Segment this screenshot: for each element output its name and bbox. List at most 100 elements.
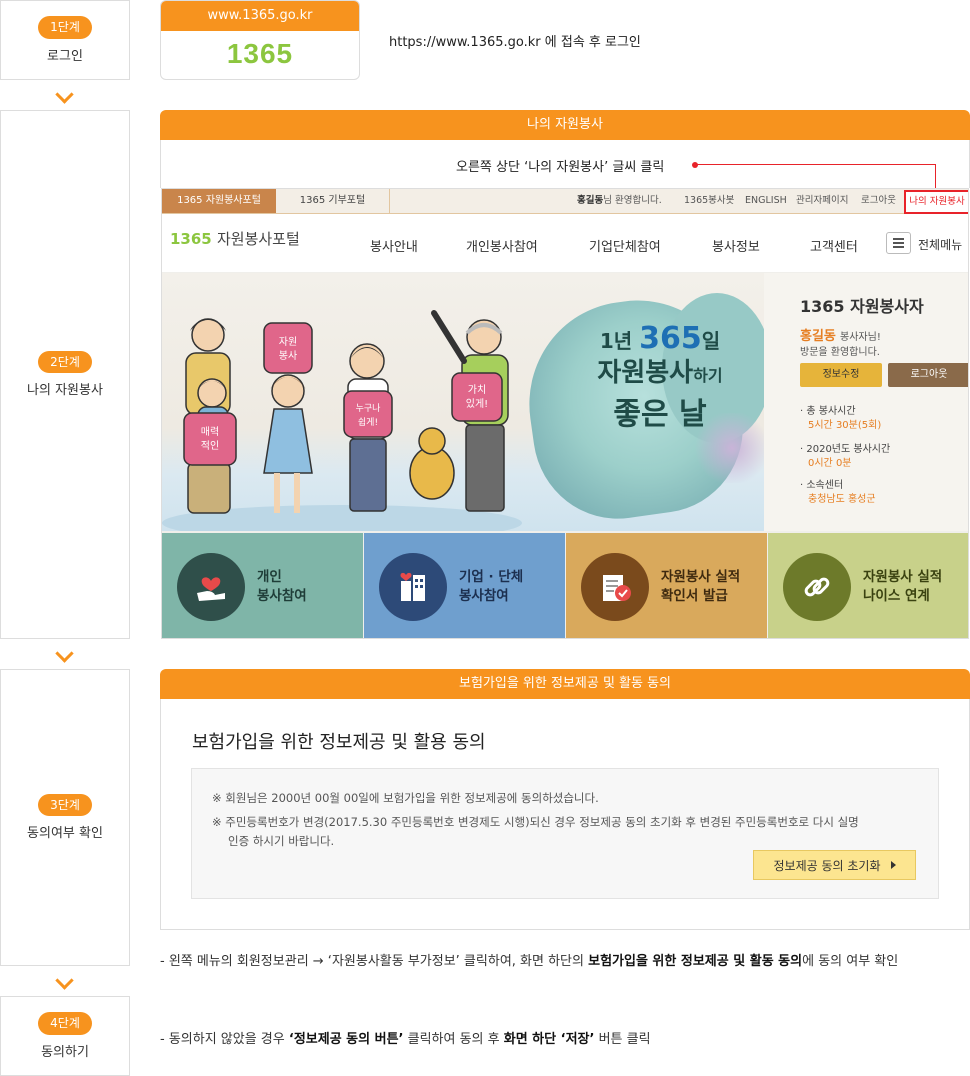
step-label: 동의하기	[41, 1044, 89, 1060]
notice-suffix: 에 보험가입을 위한 정보제공에 동의하셨습니다.	[368, 791, 599, 805]
step-label: 로그인	[47, 48, 83, 64]
puzzle-text-1: 매력	[201, 426, 219, 438]
puzzle-text-6: 쉽게!	[358, 417, 378, 428]
step-badge: 3단계	[38, 793, 92, 817]
puzzle-piece: 누구나 쉽게!	[343, 390, 393, 438]
hero-slogan: 1년 365일 자원봉사하기 좋은 날	[560, 324, 760, 436]
tile-corporate[interactable]: 기업 · 단체 봉사참여	[364, 533, 565, 638]
welcome-name: 홍길동	[577, 195, 604, 206]
section-header: 보험가입을 위한 정보제공 및 활동 동의	[160, 669, 970, 699]
util-logout[interactable]: 로그아웃	[861, 189, 896, 213]
notice-mark: ※	[212, 815, 222, 829]
tile-text: 자원봉사 실적 나이스 연계	[863, 568, 942, 604]
tile-line2: 확인서 발급	[661, 587, 728, 604]
nav-support[interactable]: 고객센터	[810, 236, 858, 255]
portal-screenshot: 1365 자원봉사포털 1365 기부포털 홍길동님 환영합니다. 1365봉사…	[161, 188, 969, 639]
tab-donation-portal[interactable]: 1365 기부포털	[276, 189, 390, 213]
tile-line2: 봉사참여	[257, 587, 307, 604]
menu-icon[interactable]	[886, 232, 911, 254]
instruction-text: 오른쪽 상단 ‘나의 자원봉사’ 글씨 클릭	[456, 160, 665, 175]
desc-text: 버튼 클릭	[594, 1032, 651, 1047]
step1-description: https://www.1365.go.kr 에 접속 후 로그인	[389, 35, 641, 50]
portal-logo[interactable]: 1365 자원봉사포털	[170, 228, 300, 249]
puzzle-text-8: 있게!	[466, 398, 488, 410]
nav-info[interactable]: 봉사정보	[712, 236, 760, 255]
tile-personal[interactable]: 개인 봉사참여	[162, 533, 363, 638]
panel-title: 1365 자원봉사자	[800, 297, 924, 316]
tile-line2: 나이스 연계	[863, 587, 930, 604]
step-label: 나의 자원봉사	[27, 383, 103, 399]
portal-navbar: 1365 자원봉사포털 봉사안내 개인봉사참여 기업단체참여 봉사정보 고객센터…	[162, 214, 968, 272]
stat-item: · 2020년도 봉사시간 0시간 0분	[800, 443, 890, 471]
portal-topbar: 1365 자원봉사포털 1365 기부포털 홍길동님 환영합니다. 1365봉사…	[162, 189, 968, 214]
stat-value: 0시간 0분	[808, 458, 852, 469]
puzzle-text-4: 봉사	[279, 350, 297, 362]
tab-volunteer-portal[interactable]: 1365 자원봉사포털	[162, 189, 276, 213]
tile-certificate[interactable]: 자원봉사 실적 확인서 발급	[566, 533, 767, 638]
logo-text: 자원봉사포털	[216, 230, 300, 248]
logout-button[interactable]: 로그아웃	[888, 363, 968, 387]
stat-label: · 총 봉사시간	[800, 406, 856, 417]
slogan-volunteer: 자원봉사	[597, 358, 694, 388]
site-logo: 1365	[226, 38, 294, 69]
reset-consent-label: 정보제공 동의 초기화	[773, 858, 881, 873]
desc-bold: 보험가입을 위한 정보제공 및 활동 동의	[588, 954, 803, 969]
panel-name: 홍길동	[800, 329, 836, 344]
panel-welcome: 방문을 환영합니다.	[800, 347, 880, 358]
certificate-icon	[581, 552, 649, 621]
step-badge: 2단계	[38, 350, 92, 374]
step-label: 동의여부 확인	[27, 826, 103, 842]
link-icon	[783, 552, 851, 621]
desc-text: - 동의하지 않았을 경우	[160, 1032, 289, 1047]
notice-line-2: ※ 주민등록번호가 변경(2017.5.30 주민등록번호 변경제도 시행)되신…	[212, 814, 859, 830]
desc-bold: ‘정보제공 동의 버튼’	[288, 1032, 404, 1047]
chevron-down-icon	[55, 976, 73, 988]
pointer-line-vertical	[935, 164, 936, 190]
stat-label: · 소속센터	[800, 480, 844, 491]
notice-prefix: 회원님은	[225, 791, 272, 805]
pointer-dot	[692, 162, 698, 168]
desc-text: 클릭하여 동의 후	[403, 1032, 504, 1047]
util-chatbot[interactable]: 1365봉사봇	[684, 189, 734, 213]
slogan-365: 365	[639, 321, 702, 356]
heart-hand-icon	[177, 552, 245, 621]
reset-consent-button[interactable]: 정보제공 동의 초기화	[753, 850, 916, 880]
welcome-suffix: 님 환영합니다.	[603, 195, 662, 206]
my-volunteer-link[interactable]: 나의 자원봉사	[904, 190, 968, 214]
panel-greeting: 홍길동 봉사자님!	[800, 325, 881, 344]
building-icon	[379, 552, 447, 621]
slogan-year: 1년	[599, 329, 633, 353]
consent-title: 보험가입을 위한 정보제공 및 활용 동의	[192, 732, 486, 753]
util-english[interactable]: ENGLISH	[745, 189, 787, 213]
util-admin[interactable]: 관리자페이지	[796, 189, 848, 213]
puzzle-text-2: 적인	[201, 440, 219, 452]
notice-text: 주민등록번호가 변경(2017.5.30 주민등록번호 변경제도 시행)되신 경…	[225, 815, 859, 829]
puzzle-text-3: 자원	[279, 336, 297, 348]
step4-description: - 동의하지 않았을 경우 ‘정보제공 동의 버튼’ 클릭하여 동의 후 화면 …	[160, 1028, 651, 1047]
tile-line1: 기업 · 단체	[459, 569, 524, 586]
step-1-box: 1단계 로그인	[0, 0, 130, 80]
tile-text: 개인 봉사참여	[257, 568, 307, 604]
slogan-do: 하기	[693, 366, 723, 385]
stat-value: 5시간 30분(5회)	[808, 420, 882, 431]
tile-neis[interactable]: 자원봉사 실적 나이스 연계	[768, 533, 968, 638]
slogan-good-day: 좋은 날	[613, 397, 707, 432]
site-url-label: www.1365.go.kr	[161, 1, 359, 31]
nav-personal[interactable]: 개인봉사참여	[466, 236, 538, 255]
step-4-box: 4단계 동의하기	[0, 996, 130, 1076]
step3-description: - 왼쪽 메뉴의 회원정보관리 → ‘자원봉사활동 부가정보’ 클릭하여, 화면…	[160, 950, 898, 969]
chevron-down-icon	[55, 649, 73, 661]
nav-corporate[interactable]: 기업단체참여	[589, 236, 661, 255]
tile-text: 기업 · 단체 봉사참여	[459, 568, 523, 604]
girl-figure	[263, 374, 313, 513]
tile-line1: 개인	[257, 569, 282, 586]
tile-line1: 자원봉사 실적	[661, 569, 741, 586]
puzzle-piece: 자원 봉사	[263, 322, 313, 374]
nav-guide[interactable]: 봉사안내	[370, 236, 418, 255]
stat-label: · 2020년도 봉사시간	[800, 444, 891, 455]
welcome-text: 홍길동님 환영합니다.	[577, 189, 662, 213]
volunteers-illustration: 매력 적인 자원 봉사 누구나 쉽게! 가치 있게!	[162, 310, 522, 531]
edit-info-button[interactable]: 정보수정	[800, 363, 882, 387]
nav-all-menu[interactable]: 전체메뉴	[918, 236, 962, 253]
chevron-down-icon	[55, 90, 73, 102]
